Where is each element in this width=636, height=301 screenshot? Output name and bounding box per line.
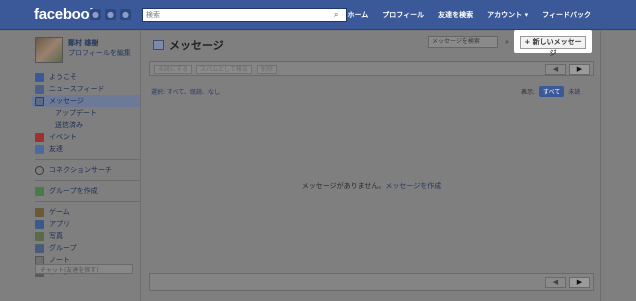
view-filter: 表示: すべて 未読 — [521, 86, 580, 97]
selection-filter[interactable]: 選択: すべて、既読、なし — [151, 87, 220, 96]
divider — [35, 159, 140, 160]
nav-feedback[interactable]: フィードバック — [535, 10, 598, 20]
divider — [35, 201, 140, 202]
page-title-text: メッセージ — [169, 39, 224, 52]
friends-icon — [35, 144, 44, 154]
sidebar-item-label: グループ — [49, 244, 77, 252]
sidebar-item-newsfeed[interactable]: ニュースフィード — [35, 83, 140, 95]
next-page-button[interactable]: ▶ — [569, 64, 590, 75]
newsfeed-icon — [35, 84, 44, 94]
avatar[interactable] — [35, 37, 63, 63]
bottom-pagination-bar: ◀ ▶ — [149, 273, 594, 291]
sidebar-item-label: 写真 — [49, 232, 63, 240]
groups-icon — [35, 243, 44, 253]
sidebar-item-label: グループを作成 — [49, 187, 98, 195]
right-column — [602, 31, 636, 301]
report-spam-button[interactable]: スパムとして報告 — [196, 65, 252, 74]
events-icon — [35, 132, 44, 142]
notification-jewels: ● ● ● — [90, 9, 131, 20]
sidebar-item-create-group[interactable]: グループを作成 — [35, 185, 140, 197]
message-actions-toolbar: 未読にする スパムとして報告 削除 ◀ ▶ — [149, 61, 594, 76]
new-message-button[interactable]: + 新しいメッセージ — [520, 36, 586, 57]
sidebar-item-photos[interactable]: 写真 — [35, 230, 140, 242]
sidebar-item-label: コネクションサーチ — [49, 166, 112, 174]
facebook-icon — [35, 72, 44, 82]
messages-icon — [35, 96, 44, 106]
delete-button[interactable]: 削除 — [257, 65, 278, 74]
message-search-placeholder: メッセージを検索 — [432, 38, 480, 45]
sidebar-item-apps[interactable]: アプリ — [35, 218, 140, 230]
create-group-icon — [35, 186, 44, 196]
games-icon — [35, 207, 44, 217]
edit-profile-link[interactable]: プロフィールを編集 — [68, 48, 131, 58]
sidebar-item-updates[interactable]: アップデート — [35, 107, 140, 119]
nav-account[interactable]: アカウント ▾ — [480, 10, 535, 20]
notifications-icon[interactable]: ● — [120, 9, 131, 20]
photos-icon — [35, 231, 44, 241]
sidebar-item-label: メッセージ — [49, 97, 84, 105]
search-icon[interactable]: ⌕ — [505, 37, 509, 47]
prev-page-button-bottom[interactable]: ◀ — [545, 277, 566, 288]
show-label: 表示: — [521, 89, 536, 96]
show-all-button[interactable]: すべて — [539, 86, 565, 97]
top-navigation-bar: facebook ● ● ● ⌕ ホーム プロフィール 友達を検索 アカウント … — [0, 0, 636, 30]
facebook-logo[interactable]: facebook — [34, 6, 98, 23]
profile-name[interactable]: 鄭村 雄樹 — [68, 38, 98, 48]
nav-profile[interactable]: プロフィール — [375, 10, 431, 20]
prev-page-button[interactable]: ◀ — [545, 64, 566, 75]
mark-unread-button[interactable]: 未読にする — [154, 65, 193, 74]
show-unread-link[interactable]: 未読 — [568, 87, 580, 96]
empty-message: メッセージがありません。 — [301, 182, 386, 190]
empty-state: メッセージがありません。メッセージを作成 — [141, 181, 602, 191]
sidebar-item-label: アプリ — [49, 220, 70, 228]
apps-icon — [35, 219, 44, 229]
sidebar-item-games[interactable]: ゲーム — [35, 206, 140, 218]
sidebar-item-label: 友達 — [49, 145, 63, 153]
sidebar-item-welcome[interactable]: ようこそ — [35, 71, 140, 83]
left-sidebar: 鄭村 雄樹 プロフィールを編集 ようこそ ニュースフィード メッセージ アップデ… — [0, 31, 140, 301]
nav-find-friends[interactable]: 友達を検索 — [431, 10, 480, 20]
sidebar-item-label: ゲーム — [49, 208, 70, 216]
chat-search-input[interactable]: チャット(友達を探す) — [35, 264, 133, 274]
messages-panel: メッセージ メッセージを検索 ⌕ + 新しいメッセージ 未読にする スパムとして… — [140, 30, 602, 301]
profile-block: 鄭村 雄樹 プロフィールを編集 — [35, 37, 135, 63]
messages-jewel-icon[interactable]: ● — [105, 9, 116, 20]
sidebar-menu: ようこそ ニュースフィード メッセージ アップデート 送信済み イベント 友達 … — [32, 71, 140, 278]
message-search-input[interactable]: メッセージを検索 ⌕ — [428, 36, 509, 48]
sidebar-item-messages[interactable]: メッセージ — [32, 95, 140, 107]
friend-requests-icon[interactable]: ● — [90, 9, 101, 20]
search-input[interactable] — [143, 9, 323, 21]
sidebar-item-events[interactable]: イベント — [35, 131, 140, 143]
sidebar-item-friends[interactable]: 友達 — [35, 143, 140, 155]
sidebar-item-connection-search[interactable]: コネクションサーチ — [35, 164, 140, 176]
messages-title-icon — [153, 40, 164, 50]
global-search[interactable]: ⌕ — [142, 8, 347, 22]
new-message-highlight: + 新しいメッセージ — [514, 30, 592, 57]
divider — [35, 180, 140, 181]
sidebar-item-label: ようこそ — [49, 73, 77, 81]
sidebar-item-label: イベント — [49, 133, 77, 141]
page-title: メッセージ — [153, 37, 224, 53]
next-page-button-bottom[interactable]: ▶ — [569, 277, 590, 288]
compose-message-link[interactable]: メッセージを作成 — [385, 182, 441, 190]
nav-home[interactable]: ホーム — [341, 10, 376, 20]
magnifier-icon — [35, 165, 44, 175]
sidebar-item-groups[interactable]: グループ — [35, 242, 140, 254]
sidebar-item-sent[interactable]: 送信済み — [35, 119, 140, 131]
top-nav-links: ホーム プロフィール 友達を検索 アカウント ▾ フィードバック — [341, 10, 599, 20]
sidebar-item-label: ニュースフィード — [49, 85, 105, 93]
